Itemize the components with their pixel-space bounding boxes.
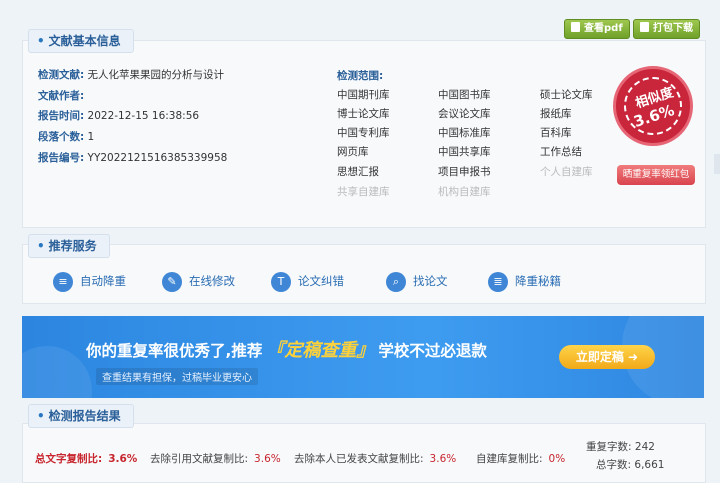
scope-item: 工作总结 (540, 146, 582, 158)
info-row-report-no: 报告编号: YY2022121516385339958 (38, 152, 228, 164)
search-icon: ⌕ (386, 271, 406, 292)
banner-decoration (22, 346, 92, 398)
results-title: 检测报告结果 (28, 404, 134, 428)
service-find-paper[interactable]: ⌕ 找论文 (386, 270, 448, 292)
info-row-author: 文献作者: (38, 90, 85, 102)
total-chars: 总字数: 6,661 (596, 459, 665, 471)
pencil-icon: ✎ (162, 271, 182, 292)
service-auto-reduce[interactable]: ≡ 自动降重 (53, 270, 126, 292)
info-row-time: 报告时间: 2022-12-15 16:38:56 (38, 110, 200, 122)
banner-headline: 你的重复率很优秀了,推荐 『定稿查重』 学校不过必退款 (86, 340, 487, 361)
download-package-button[interactable]: 打包下载 (633, 19, 700, 39)
scope-item: 百科库 (540, 127, 572, 139)
view-pdf-button[interactable]: 查看pdf (564, 19, 630, 39)
scope-item: 中国期刊库 (337, 89, 390, 101)
book-icon: ≣ (488, 271, 508, 292)
scope-item: 共享自建库 (337, 186, 390, 198)
service-online-edit[interactable]: ✎ 在线修改 (162, 270, 235, 292)
pdf-icon (571, 22, 580, 32)
scope-item: 硕士论文库 (540, 89, 593, 101)
info-row-document: 检测文献: 无人化苹果果园的分析与设计 (38, 69, 225, 81)
banner-subtitle: 查重结果有担保，过稿毕业更安心 (96, 368, 258, 385)
scope-item: 网页库 (337, 146, 369, 158)
finalize-now-button[interactable]: 立即定稿 ➜ (559, 345, 655, 369)
scope-item: 中国标准库 (438, 127, 491, 139)
scope-item: 项目申报书 (438, 166, 491, 178)
text-icon: T (271, 271, 291, 292)
scope-item: 会议论文库 (438, 108, 491, 120)
info-row-paragraphs: 段落个数: 1 (38, 131, 95, 143)
similarity-stamp: 相似度 3.6% (613, 66, 693, 146)
scope-item: 博士论文库 (337, 108, 390, 120)
scope-item: 中国图书库 (438, 89, 491, 101)
result-excl-citation-ratio: 去除引用文献复制比: 3.6% (150, 453, 281, 465)
service-paper-correction[interactable]: T 论文纠错 (271, 270, 344, 292)
share-redpack-button[interactable]: 晒重复率领红包 (617, 165, 695, 185)
side-handle[interactable] (714, 154, 720, 174)
scope-item: 机构自建库 (438, 186, 491, 198)
auto-reduce-icon: ≡ (53, 271, 73, 292)
service-reduce-guide[interactable]: ≣ 降重秘籍 (488, 270, 561, 292)
scope-item: 中国专利库 (337, 127, 390, 139)
promo-banner[interactable]: 你的重复率很优秀了,推荐 『定稿查重』 学校不过必退款 查重结果有担保，过稿毕业更安… (22, 316, 704, 398)
result-self-db-ratio: 自建库复制比: 0% (476, 453, 566, 465)
scope-item: 报纸库 (540, 108, 572, 120)
scope-label: 检测范围: (337, 70, 384, 82)
scope-item: 个人自建库 (540, 166, 593, 178)
scope-item: 中国共享库 (438, 146, 491, 158)
result-excl-self-ratio: 去除本人已发表文献复制比: 3.6% (294, 453, 457, 465)
basic-info-title: 文献基本信息 (28, 29, 134, 53)
download-icon (640, 22, 649, 32)
services-title: 推荐服务 (28, 234, 110, 258)
dup-chars: 重复字数: 242 (586, 441, 655, 453)
result-total-copy-ratio: 总文字复制比: 3.6% (35, 453, 138, 465)
scope-item: 思想汇报 (337, 166, 379, 178)
